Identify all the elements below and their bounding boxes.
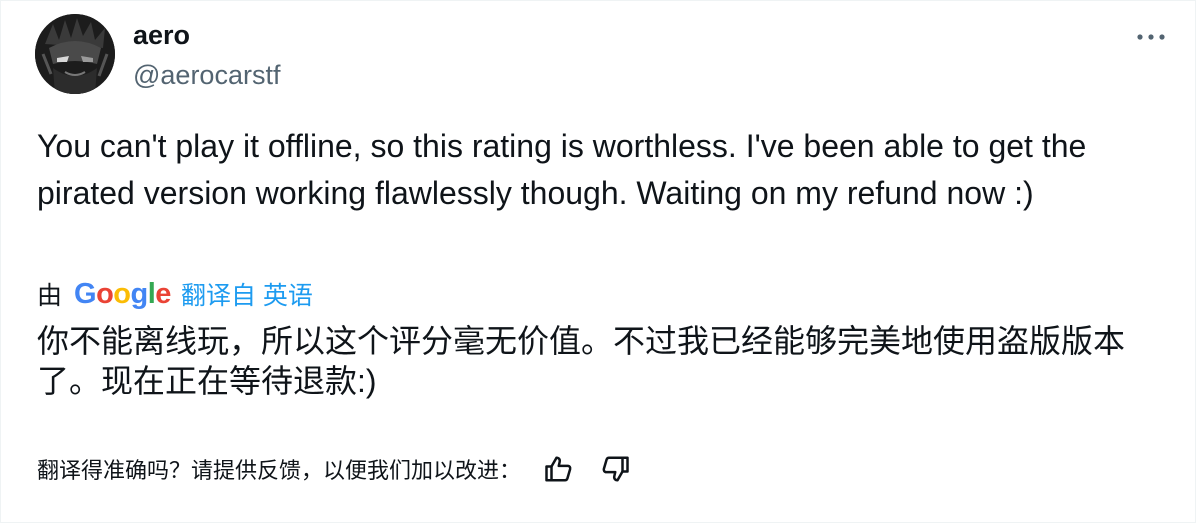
tweet-text: You can't play it offline, so this ratin…: [37, 128, 1096, 211]
translation-feedback: 翻译得准确吗？请提供反馈，以便我们加以改进：: [37, 449, 633, 489]
thumbs-down-button[interactable]: [597, 451, 633, 487]
tweet-card: aero @aerocarstf You can't play it offli…: [0, 0, 1196, 523]
google-logo: Google: [74, 278, 171, 310]
feedback-prompt: 翻译得准确吗？请提供反馈，以便我们加以改进：: [37, 458, 522, 483]
translated-from-link[interactable]: 翻译自 英语: [181, 276, 313, 312]
thumbs-down-icon: [602, 456, 629, 482]
more-horizontal-icon: [1137, 34, 1165, 40]
author-handle[interactable]: @aerocarstf: [133, 57, 280, 93]
more-options-button[interactable]: [1133, 19, 1169, 55]
translated-by-label: 由: [37, 282, 63, 310]
translation-attribution: 由 Google 翻译自 英语: [37, 275, 313, 313]
translated-text: 你不能离线玩，所以这个评分毫无价值。不过我已经能够完美地使用盗版版本了。现在正在…: [37, 323, 1126, 399]
avatar-image: [35, 14, 115, 94]
thumbs-up-button[interactable]: [541, 451, 577, 487]
author-display-name[interactable]: aero: [133, 17, 190, 53]
thumbs-up-icon: [545, 456, 572, 482]
avatar[interactable]: [35, 14, 115, 94]
